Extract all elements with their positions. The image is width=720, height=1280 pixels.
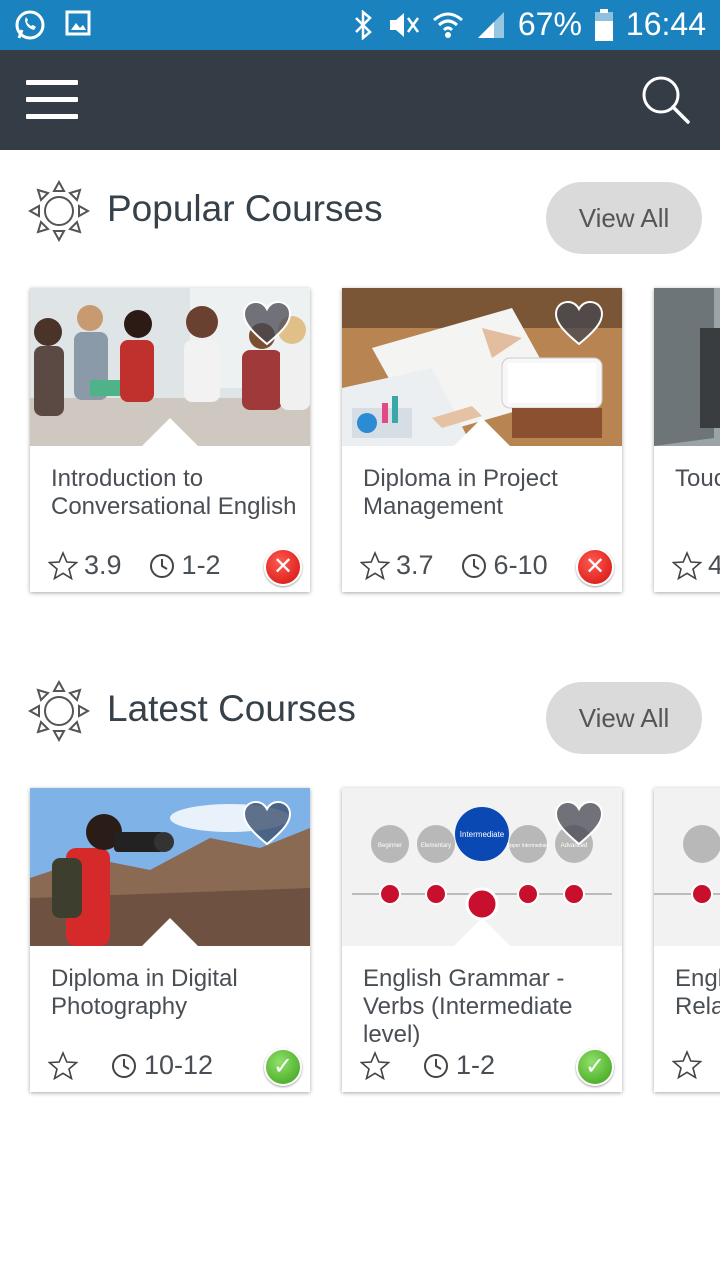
course-meta: 1-2: [360, 1050, 495, 1081]
star-icon: [672, 550, 702, 580]
course-meta: 4: [672, 550, 720, 581]
course-meta: [672, 1050, 708, 1080]
hamburger-icon[interactable]: [26, 80, 78, 120]
popular-courses-section: Popular Courses View All: [0, 150, 720, 254]
latest-courses-list[interactable]: Diploma in Digital Photography 10-12 ✓ B…: [0, 780, 720, 1100]
star-icon: [672, 1050, 702, 1080]
latest-courses-section: Latest Courses View All: [0, 650, 720, 754]
level-label: Elementary: [421, 843, 451, 849]
level-label: Upper Intermediate: [507, 843, 550, 849]
wifi-icon: [432, 12, 463, 38]
course-meta: 10-12: [48, 1050, 213, 1081]
favorite-heart-icon[interactable]: [554, 800, 604, 846]
clock-icon: [112, 1053, 136, 1078]
battery-icon: [594, 8, 613, 41]
star-icon: [48, 1050, 78, 1080]
popular-courses-list[interactable]: Introduction to Conversational English 3…: [0, 280, 720, 600]
sun-icon: [28, 680, 90, 742]
course-title: Diploma in Digital Photography: [51, 965, 238, 1020]
star-icon: [360, 550, 390, 580]
remove-icon[interactable]: ✕: [576, 548, 614, 586]
whatsapp-icon: [15, 10, 45, 40]
mute-icon: [389, 12, 419, 37]
star-icon: [48, 550, 78, 580]
course-title: Introduction to Conversational English: [51, 465, 297, 520]
battery-percent: 67%: [517, 6, 582, 42]
status-bar: 67% 16:44: [0, 0, 720, 50]
course-thumbnail: [654, 788, 720, 946]
course-meta: 3.7 6-10: [360, 550, 548, 581]
section-title: Popular Courses: [107, 188, 383, 229]
sun-icon: [28, 180, 90, 242]
popular-courses-header: Popular Courses View All: [0, 150, 720, 254]
view-all-button[interactable]: View All: [546, 182, 702, 254]
course-title: Diploma in Project Management: [363, 465, 558, 520]
clock-icon: [424, 1053, 448, 1078]
course-card[interactable]: English Grammar - Relative (Intermediate: [654, 788, 720, 1092]
course-duration: 1-2: [456, 1050, 496, 1080]
course-card[interactable]: Touch Typing Training 4: [654, 288, 720, 592]
clock-icon: [461, 553, 486, 578]
check-icon[interactable]: ✓: [576, 1048, 614, 1086]
level-label: Beginner: [378, 843, 402, 849]
favorite-heart-icon[interactable]: [242, 800, 292, 846]
search-icon[interactable]: [640, 74, 692, 126]
star-icon: [360, 1050, 390, 1080]
course-duration: 1-2: [181, 550, 221, 580]
course-title: English Grammar - Verbs (Intermediate le…: [363, 965, 573, 1048]
view-all-button[interactable]: View All: [546, 682, 702, 754]
level-label: Intermediate: [460, 830, 505, 839]
remove-icon[interactable]: ✕: [264, 548, 302, 586]
gallery-icon: [65, 10, 91, 36]
course-thumbnail: [654, 288, 720, 446]
section-title: Latest Courses: [107, 688, 356, 729]
course-title: Touch Typing Training: [675, 465, 720, 492]
course-card[interactable]: Diploma in Digital Photography 10-12 ✓: [30, 788, 310, 1092]
bluetooth-icon: [354, 9, 372, 40]
clock: 16:44: [625, 6, 706, 42]
course-duration: 6-10: [493, 550, 548, 580]
course-meta: 3.9 1-2: [48, 550, 221, 581]
favorite-heart-icon[interactable]: [242, 300, 292, 346]
course-rating: 3.9: [84, 550, 122, 580]
favorite-heart-icon[interactable]: [554, 300, 604, 346]
course-rating: 4: [708, 550, 720, 580]
course-rating: 3.7: [396, 550, 434, 580]
course-card[interactable]: Diploma in Project Management 3.7 6-10 ✕: [342, 288, 622, 592]
course-title: English Grammar - Relative (Intermediate: [675, 965, 720, 1020]
app-bar: [0, 50, 720, 150]
check-icon[interactable]: ✓: [264, 1048, 302, 1086]
course-card[interactable]: Beginner Elementary Intermediate Upper I…: [342, 788, 622, 1092]
course-card[interactable]: Introduction to Conversational English 3…: [30, 288, 310, 592]
clock-icon: [149, 553, 174, 578]
latest-courses-header: Latest Courses View All: [0, 650, 720, 754]
signal-icon: [477, 11, 504, 38]
course-duration: 10-12: [144, 1050, 214, 1080]
